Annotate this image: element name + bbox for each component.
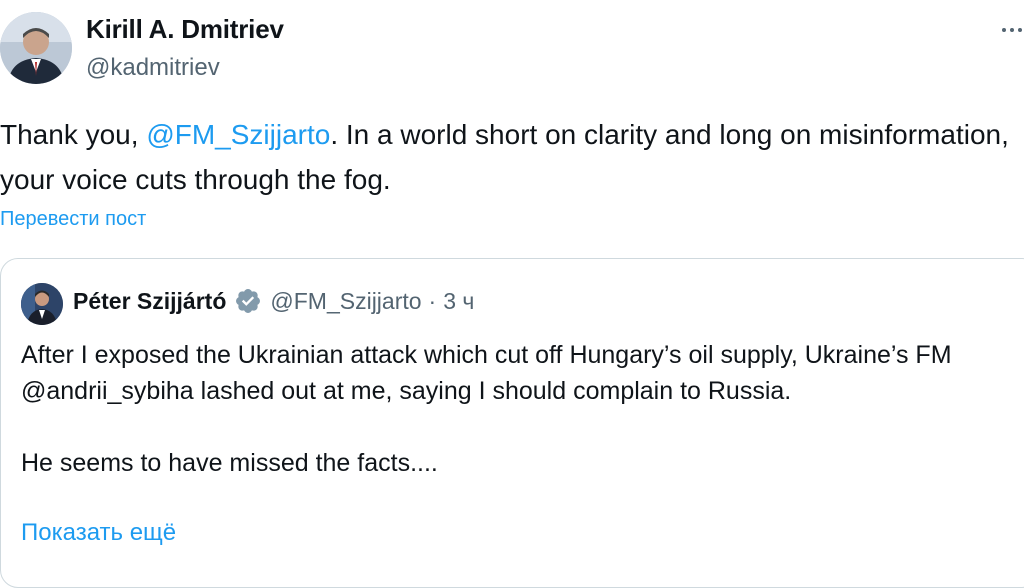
ellipsis-icon[interactable] [1000, 26, 1024, 36]
quoted-author-name[interactable]: Péter Szijjártó [73, 288, 226, 315]
show-more-link[interactable]: Показать ещё [21, 519, 176, 547]
quoted-timestamp[interactable]: 3 ч [443, 288, 474, 315]
translate-post-link[interactable]: Перевести пост [0, 208, 146, 231]
author-handle[interactable]: @kadmitriev [86, 54, 220, 82]
quoted-header: Péter Szijjártó @FM_Szijjarto · 3 ч [73, 287, 474, 315]
quoted-tweet-text: After I exposed the Ukrainian attack whi… [21, 341, 952, 477]
author-avatar[interactable] [0, 12, 72, 84]
tweet-text-start: Thank you, [0, 119, 147, 150]
separator-dot: · [428, 287, 437, 314]
quoted-tweet-card[interactable]: Péter Szijjártó @FM_Szijjarto · 3 ч Afte… [0, 258, 1024, 588]
quoted-author-avatar[interactable] [21, 283, 63, 325]
mention-link[interactable]: @FM_Szijjarto [146, 119, 330, 150]
tweet-text: Thank you, @FM_Szijjarto. In a world sho… [0, 112, 1024, 202]
author-name[interactable]: Kirill A. Dmitriev [86, 14, 284, 45]
verified-badge-icon [236, 289, 261, 313]
quoted-author-handle[interactable]: @FM_Szijjarto [270, 288, 421, 315]
